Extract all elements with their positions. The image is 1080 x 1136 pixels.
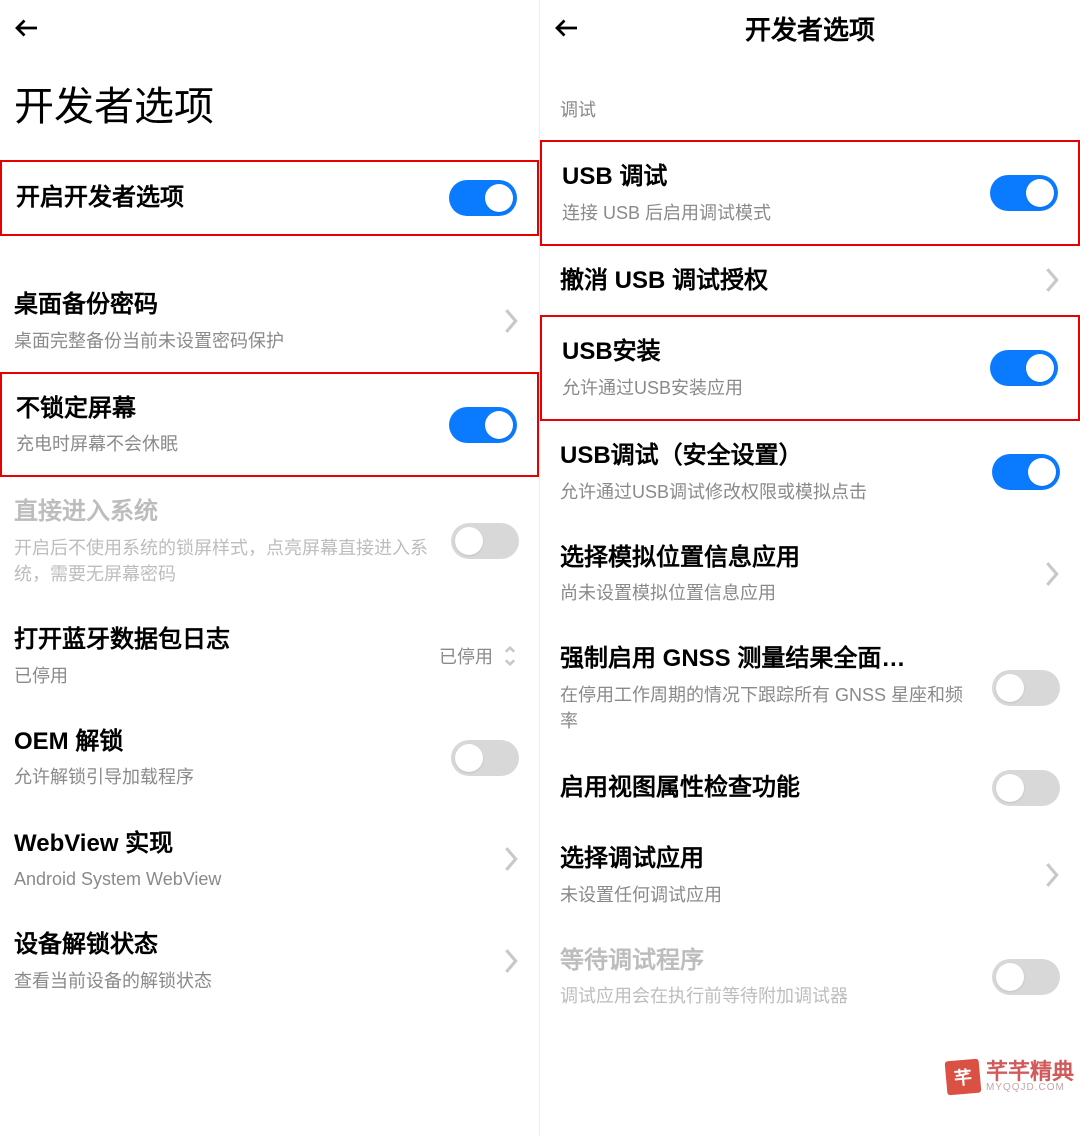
item-title: 启用视图属性检查功能: [560, 771, 980, 805]
watermark: 芊 芊芊精典 MYQQJD.COM: [946, 1060, 1074, 1094]
settings-item[interactable]: 设备解锁状态查看当前设备的解锁状态: [0, 910, 539, 1012]
chevron-right-icon: [503, 307, 519, 335]
item-subtitle: 开启后不使用系统的锁屏样式，点亮屏幕直接进入系统，需要无屏幕密码: [14, 535, 439, 587]
chevron-right-icon: [1044, 560, 1060, 588]
item-title: 选择模拟位置信息应用: [560, 541, 1032, 575]
item-subtitle: Android System WebView: [14, 866, 491, 892]
settings-item[interactable]: 撤消 USB 调试授权: [540, 246, 1080, 316]
toggle[interactable]: [992, 670, 1060, 706]
toggle[interactable]: [992, 770, 1060, 806]
settings-item[interactable]: 不锁定屏幕充电时屏幕不会休眠: [0, 372, 539, 478]
toggle[interactable]: [992, 454, 1060, 490]
item-title: 撤消 USB 调试授权: [560, 264, 1032, 298]
item-subtitle: 充电时屏幕不会休眠: [16, 431, 437, 457]
item-title: USB调试（安全设置）: [560, 439, 980, 473]
item-title: OEM 解锁: [14, 725, 439, 759]
settings-item[interactable]: 强制启用 GNSS 测量结果全面… 在停用工作周期的情况下跟踪所有 GNSS 星座…: [540, 624, 1080, 752]
settings-item[interactable]: 选择调试应用未设置任何调试应用: [540, 824, 1080, 926]
item-title: WebView 实现: [14, 827, 491, 861]
settings-item[interactable]: 桌面备份密码桌面完整备份当前未设置密码保护: [0, 270, 539, 372]
item-title: 打开蓝牙数据包日志: [14, 623, 427, 657]
item-title: 直接进入系统: [14, 495, 439, 529]
settings-item[interactable]: OEM 解锁允许解锁引导加载程序: [0, 707, 539, 809]
settings-item[interactable]: 启用视图属性检查功能: [540, 752, 1080, 824]
item-title: 设备解锁状态: [14, 928, 491, 962]
item-subtitle: 在停用工作周期的情况下跟踪所有 GNSS 星座和频率: [560, 682, 980, 734]
item-subtitle: 查看当前设备的解锁状态: [14, 968, 491, 994]
toggle[interactable]: [451, 523, 519, 559]
settings-item[interactable]: WebView 实现 Android System WebView: [0, 809, 539, 911]
item-title: USB 调试: [562, 160, 978, 194]
toggle[interactable]: [449, 180, 517, 216]
item-subtitle: 允许通过USB调试修改权限或模拟点击: [560, 479, 980, 505]
toggle[interactable]: [449, 407, 517, 443]
item-subtitle: 尚未设置模拟位置信息应用: [560, 580, 1032, 606]
item-title: 选择调试应用: [560, 842, 1032, 876]
item-subtitle: 调试应用会在执行前等待附加调试器: [560, 983, 980, 1009]
item-subtitle: 允许通过USB安装应用: [562, 375, 978, 401]
chevron-right-icon: [1044, 861, 1060, 889]
item-title: 开启开发者选项: [16, 181, 437, 215]
settings-item[interactable]: 选择模拟位置信息应用尚未设置模拟位置信息应用: [540, 523, 1080, 625]
chevron-right-icon: [503, 845, 519, 873]
item-subtitle: 桌面完整备份当前未设置密码保护: [14, 328, 491, 354]
item-title: 强制启用 GNSS 测量结果全面…: [560, 642, 980, 676]
back-icon[interactable]: [552, 13, 582, 43]
settings-item[interactable]: USB 调试连接 USB 后启用调试模式: [540, 140, 1080, 246]
page-title: 开发者选项: [0, 56, 539, 160]
item-subtitle: 已停用: [14, 663, 427, 689]
section-header: 调试: [540, 56, 1080, 140]
item-title: USB安装: [562, 335, 978, 369]
item-title: 桌面备份密码: [14, 288, 491, 322]
item-subtitle: 连接 USB 后启用调试模式: [562, 200, 978, 226]
item-title: 等待调试程序: [560, 944, 980, 978]
chevron-right-icon: [503, 947, 519, 975]
item-subtitle: 未设置任何调试应用: [560, 882, 1032, 908]
toggle[interactable]: [451, 740, 519, 776]
toggle[interactable]: [992, 959, 1060, 995]
settings-item[interactable]: 直接进入系统开启后不使用系统的锁屏样式，点亮屏幕直接进入系统，需要无屏幕密码: [0, 477, 539, 605]
toggle[interactable]: [990, 175, 1058, 211]
toggle[interactable]: [990, 350, 1058, 386]
settings-item[interactable]: 打开蓝牙数据包日志已停用已停用: [0, 605, 539, 707]
item-subtitle: 允许解锁引导加载程序: [14, 764, 439, 790]
header-title: 开发者选项: [745, 10, 875, 47]
settings-item[interactable]: 等待调试程序调试应用会在执行前等待附加调试器: [540, 926, 1080, 1028]
status-value[interactable]: 已停用: [439, 642, 519, 670]
chevron-right-icon: [1044, 266, 1060, 294]
sort-icon: [501, 642, 519, 670]
settings-item[interactable]: USB调试（安全设置） 允许通过USB调试修改权限或模拟点击: [540, 421, 1080, 523]
settings-item[interactable]: USB安装允许通过USB安装应用: [540, 315, 1080, 421]
back-icon[interactable]: [12, 13, 42, 43]
settings-item[interactable]: 开启开发者选项: [0, 160, 539, 236]
item-title: 不锁定屏幕: [16, 392, 437, 426]
